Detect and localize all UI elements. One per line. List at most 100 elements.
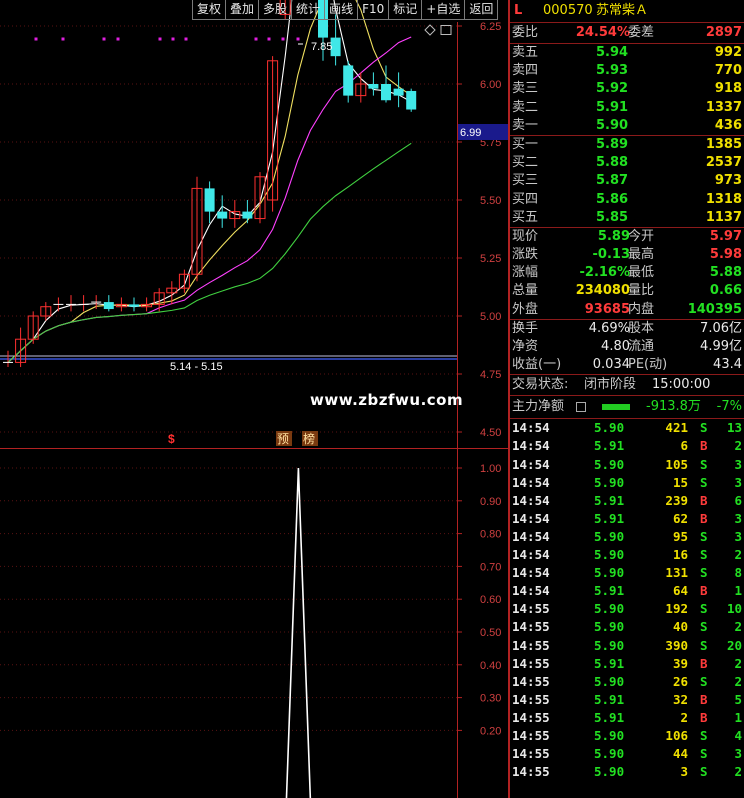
toolbar-button-1[interactable]: 叠加 [225, 0, 259, 20]
event-marker-dollar[interactable]: $ [168, 432, 175, 446]
buy-row: 买一 5.89 1385 [510, 136, 744, 154]
price-axis-ticks: 7.507.257.006.756.506.256.005.755.505.25… [457, 21, 501, 439]
quote-value: -0.13 [592, 247, 630, 263]
toolbar-button-5[interactable]: F10 [357, 0, 389, 20]
trade-price: 5.90 [594, 601, 625, 617]
trade-count: 3 [734, 528, 742, 544]
event-marker-forecast[interactable]: 预 [276, 431, 292, 446]
quote-value: 5.98 [709, 247, 742, 263]
buy-level-label: 买二 [512, 155, 539, 171]
trade-time: 14:54 [512, 528, 550, 544]
toolbar-button-2[interactable]: 多股 [258, 0, 292, 20]
quote-label: 现价 [512, 228, 539, 244]
trade-volume: 192 [665, 601, 688, 617]
price-tick-label: 6.25 [480, 21, 501, 33]
toolbar-button-8[interactable]: 返回 [464, 0, 499, 20]
buy-volume: 1385 [705, 136, 742, 152]
high-label: 7.85 [311, 41, 332, 53]
trade-count: 2 [734, 619, 742, 635]
trade-volume: 39 [672, 655, 688, 671]
quote-value: 234080 [575, 283, 630, 299]
quote-value: 0.66 [709, 283, 742, 299]
trade-row: 14:54 5.91 62 B 3 [510, 510, 744, 528]
diamond-icon[interactable] [424, 24, 436, 36]
sell-level-label: 卖二 [512, 99, 539, 115]
candle-down [406, 90, 417, 110]
trade-side: S [700, 673, 708, 689]
buy-volume: 973 [714, 173, 742, 189]
toolbar-button-3[interactable]: 统计 [291, 0, 325, 20]
buy-row: 买二 5.88 2537 [510, 154, 744, 172]
trade-price: 5.90 [594, 565, 625, 581]
trade-volume: 26 [672, 673, 688, 689]
buy-price: 5.89 [596, 136, 629, 152]
stock-name[interactable]: 苏常柴Ａ [596, 0, 648, 22]
trade-row: 14:54 5.91 239 B 6 [510, 492, 744, 510]
toolbar-button-0[interactable]: 复权 [192, 0, 226, 20]
signal-dot [34, 37, 38, 41]
trade-time: 14:55 [512, 691, 550, 707]
trade-side: S [700, 528, 708, 544]
trade-price: 5.91 [594, 492, 625, 508]
trade-time: 14:55 [512, 764, 550, 780]
ma-line [7, 0, 412, 363]
buy-price: 5.88 [596, 155, 629, 171]
stock-code[interactable]: 000570 [543, 0, 593, 22]
fund-row: 换手 4.69% 股本 7.06亿 [510, 320, 744, 338]
kline-chart[interactable]: 7.507.257.006.756.506.256.005.755.505.25… [0, 0, 508, 798]
trade-count: 3 [734, 746, 742, 762]
trade-side: B [700, 492, 708, 508]
quote-row: 总量 234080 量比 0.66 [510, 282, 744, 300]
trade-volume: 40 [672, 619, 688, 635]
sell-level-label: 卖四 [512, 63, 539, 79]
trade-ticks[interactable]: 14:54 5.90 421 S 13 14:54 5.91 6 B 2 14:54 5.90 105 S… [510, 418, 744, 781]
current-price-box: 6.99 [458, 124, 508, 140]
signal-dot [281, 37, 285, 41]
signal-dot [184, 37, 188, 41]
netflow-label: 主力净额 [512, 399, 565, 415]
trade-price: 5.90 [594, 474, 625, 490]
trade-time: 14:54 [512, 565, 550, 581]
square-icon[interactable] [440, 25, 452, 35]
toolbar-button-6[interactable]: 标记 [388, 0, 422, 20]
trade-count: 20 [726, 637, 742, 653]
buy-price: 5.85 [596, 209, 629, 225]
trade-price: 5.90 [594, 456, 625, 472]
netflow-value: -913.8万 [646, 399, 701, 415]
weibi-label: 委比 [512, 25, 539, 40]
trade-volume: 421 [665, 420, 688, 436]
buy-volume: 1137 [705, 209, 742, 225]
buy-volume: 1318 [705, 191, 742, 207]
toolbar-button-7[interactable]: +自选 [421, 0, 465, 20]
list-icon[interactable] [576, 402, 586, 413]
trade-time: 14:54 [512, 474, 550, 490]
trade-count: 2 [734, 655, 742, 671]
toolbar-button-4[interactable]: 画线 [324, 0, 358, 20]
trade-count: 1 [734, 583, 742, 599]
trade-volume: 2 [680, 709, 688, 725]
event-marker-list[interactable]: 榜 [302, 431, 318, 446]
trade-row: 14:54 5.90 421 S 13 [510, 419, 744, 437]
trade-row: 14:54 5.90 95 S 3 [510, 528, 744, 546]
trade-side: S [700, 746, 708, 762]
trade-volume: 106 [665, 727, 688, 743]
trade-price: 5.90 [594, 619, 625, 635]
candle-down [381, 84, 391, 101]
quote-label: 外盘 [512, 301, 539, 317]
trade-side: B [700, 583, 708, 599]
ma-line [7, 142, 412, 363]
quote-label: 内盘 [628, 301, 655, 317]
stock-flag: L [514, 3, 523, 18]
fund-value: 4.69% [588, 320, 630, 336]
trade-row: 14:55 5.91 39 B 2 [510, 655, 744, 673]
buy-row: 买四 5.86 1318 [510, 191, 744, 209]
sell-level-label: 卖五 [512, 45, 539, 60]
fund-label: 净资 [512, 339, 539, 354]
trade-volume: 131 [665, 565, 688, 581]
trade-side: B [700, 438, 708, 454]
trade-time: 14:55 [512, 619, 550, 635]
trade-row: 14:55 5.90 26 S 2 [510, 673, 744, 691]
ma-line [7, 0, 412, 363]
quote-label: 最低 [628, 265, 655, 281]
trade-count: 13 [726, 420, 742, 436]
